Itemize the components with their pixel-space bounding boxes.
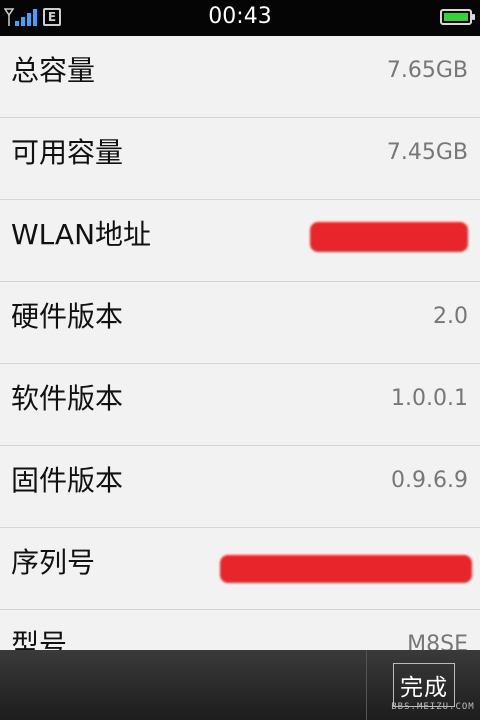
done-button-label: 完成: [400, 675, 448, 701]
row-label: 硬件版本: [11, 300, 124, 333]
row-label: WLAN地址: [11, 218, 152, 251]
battery-icon: [440, 9, 475, 25]
list-item-wlan-address: WLAN地址: [0, 200, 480, 282]
row-value: 0.9.6.9: [391, 468, 468, 493]
redaction-mark: [310, 222, 468, 252]
toolbar-divider: [366, 650, 367, 720]
device-info-list[interactable]: 总容量 7.65GB 可用容量 7.45GB WLAN地址 硬件版本 2.0 软…: [0, 36, 480, 650]
row-value: 1.0.0.1: [391, 386, 468, 411]
row-label: 软件版本: [11, 382, 124, 415]
row-value: M8SE: [407, 632, 468, 650]
row-label: 可用容量: [11, 136, 124, 169]
redaction-mark: [220, 555, 472, 583]
row-label: 型号: [11, 628, 68, 650]
list-item-available-capacity: 可用容量 7.45GB: [0, 118, 480, 200]
watermark: BBS.MEIZU.COM: [391, 702, 475, 712]
row-value: 2.0: [433, 304, 468, 329]
list-item-firmware-version: 固件版本 0.9.6.9: [0, 446, 480, 528]
list-item-model: 型号 M8SE: [0, 610, 480, 650]
row-value: 7.45GB: [386, 140, 468, 165]
status-bar: E 00:43: [0, 0, 480, 36]
row-label: 总容量: [11, 54, 96, 87]
list-item-total-capacity: 总容量 7.65GB: [0, 36, 480, 118]
row-label: 固件版本: [11, 464, 124, 497]
list-item-serial-number: 序列号: [0, 528, 480, 610]
row-value: 7.65GB: [386, 58, 468, 83]
list-item-hardware-version: 硬件版本 2.0: [0, 282, 480, 364]
row-label: 序列号: [11, 546, 96, 579]
clock: 00:43: [208, 4, 272, 29]
done-button-frame: 完成: [393, 663, 455, 707]
list-item-software-version: 软件版本 1.0.0.1: [0, 364, 480, 446]
